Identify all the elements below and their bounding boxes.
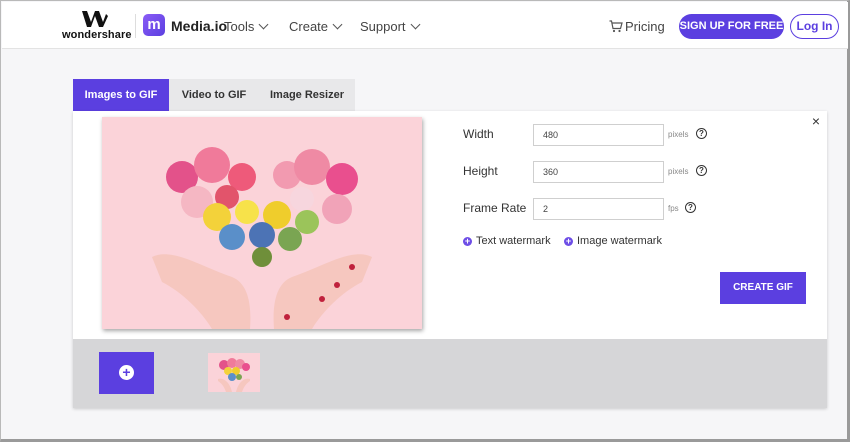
- create-gif-button[interactable]: CREATE GIF: [720, 272, 806, 304]
- nav-tools-label: Tools: [224, 19, 255, 34]
- add-image-button[interactable]: +: [99, 352, 154, 394]
- close-icon[interactable]: ×: [809, 114, 823, 128]
- site-header: wondershare m Media.io Tools Create Supp…: [2, 2, 848, 49]
- framerate-input[interactable]: 2: [533, 198, 664, 220]
- help-icon[interactable]: ?: [696, 128, 707, 139]
- image-watermark-option[interactable]: + Image watermark: [564, 235, 662, 247]
- width-unit: pixels: [668, 130, 689, 139]
- editor-panel: × Width 480 pixels ? Height 360 pixels ?…: [73, 111, 827, 408]
- header-divider: [135, 14, 136, 38]
- image-thumbnail[interactable]: [208, 353, 260, 392]
- image-strip: +: [73, 339, 827, 408]
- tab-image-resizer[interactable]: Image Resizer: [259, 79, 355, 111]
- browser-frame: wondershare m Media.io Tools Create Supp…: [0, 0, 850, 442]
- help-icon[interactable]: ?: [685, 202, 696, 213]
- text-watermark-option[interactable]: + Text watermark: [463, 235, 551, 247]
- nav-tools[interactable]: Tools: [224, 19, 269, 34]
- width-input[interactable]: 480: [533, 124, 664, 146]
- height-unit: pixels: [668, 167, 689, 176]
- wondershare-logo[interactable]: wondershare: [62, 10, 132, 42]
- width-label: Width: [463, 127, 494, 141]
- media-io-logo-icon[interactable]: m: [143, 14, 165, 36]
- nav-support-label: Support: [360, 19, 406, 34]
- image-watermark-label: Image watermark: [577, 235, 662, 247]
- plus-circle-icon: +: [463, 236, 472, 246]
- nav-create[interactable]: Create: [289, 19, 343, 34]
- framerate-unit: fps: [668, 204, 679, 213]
- image-preview: [102, 117, 422, 329]
- height-input[interactable]: 360: [533, 161, 664, 183]
- framerate-label: Frame Rate: [463, 201, 527, 215]
- text-watermark-label: Text watermark: [476, 235, 551, 247]
- plus-circle-icon: +: [564, 236, 573, 246]
- tab-video-to-gif[interactable]: Video to GIF: [169, 79, 259, 111]
- nav-create-label: Create: [289, 19, 329, 34]
- wondershare-wordmark: wondershare: [62, 29, 132, 41]
- signup-button[interactable]: SIGN UP FOR FREE: [679, 14, 784, 39]
- pricing-label: Pricing: [625, 19, 665, 34]
- help-icon[interactable]: ?: [696, 165, 707, 176]
- chevron-down-icon: [258, 19, 269, 30]
- login-button[interactable]: Log In: [790, 14, 839, 39]
- chevron-down-icon: [410, 19, 420, 30]
- flower-heart-image: [102, 117, 422, 329]
- plus-icon: +: [119, 365, 134, 380]
- pricing-link[interactable]: Pricing: [609, 19, 665, 34]
- wondershare-mark-icon: [82, 11, 108, 27]
- chevron-down-icon: [332, 19, 343, 30]
- media-io-wordmark[interactable]: Media.io: [171, 18, 227, 34]
- height-label: Height: [463, 164, 498, 178]
- cart-icon: [609, 20, 623, 33]
- flower-heart-thumbnail: [208, 353, 260, 392]
- tool-tabs: Images to GIF Video to GIF Image Resizer: [73, 79, 355, 111]
- nav-support[interactable]: Support: [360, 19, 420, 34]
- tab-images-to-gif[interactable]: Images to GIF: [73, 79, 169, 111]
